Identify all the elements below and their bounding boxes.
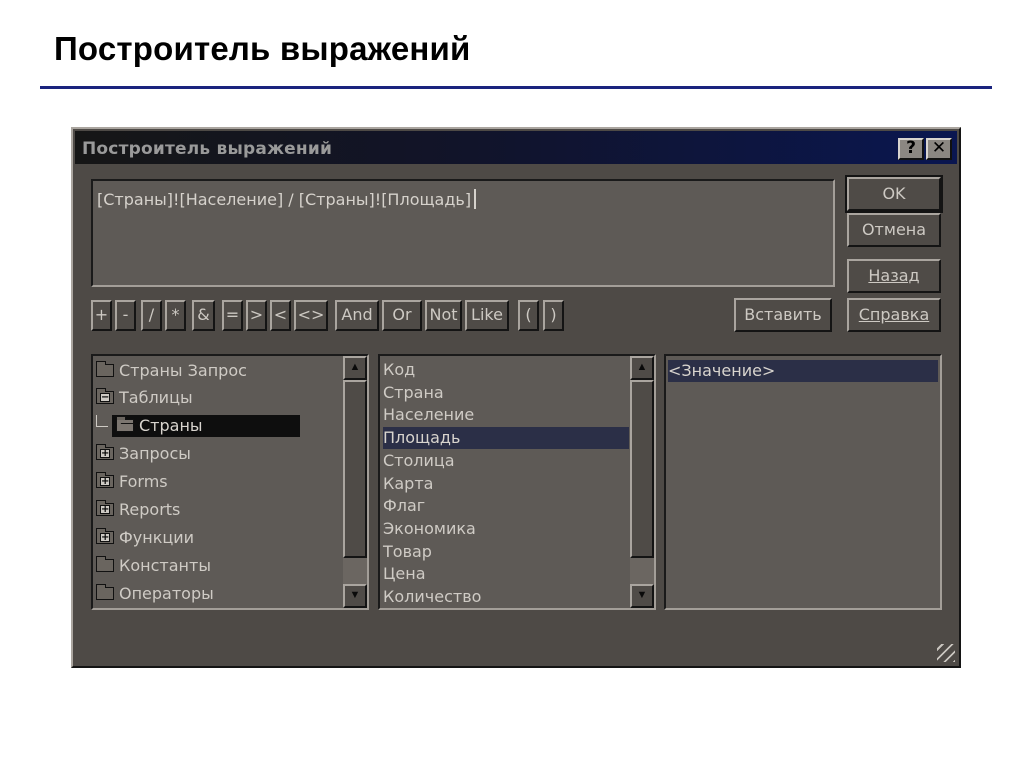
expand-icon[interactable]: + (100, 505, 110, 515)
ok-button[interactable]: OK (845, 175, 943, 213)
field-list-item[interactable]: Код (383, 359, 629, 381)
operator-not-equal-button[interactable]: <> (294, 300, 328, 331)
text-caret (474, 189, 477, 209)
help-icon[interactable]: ? (898, 138, 924, 160)
help-button-label: Справка (858, 305, 930, 324)
operator-equals-button[interactable]: = (222, 300, 243, 331)
field-list-item[interactable]: Количество (383, 586, 629, 608)
expand-icon[interactable]: + (100, 533, 110, 543)
operator-like-button[interactable]: Like (465, 300, 509, 331)
expression-builder-dialog: Построитель выражений ? ✕ [Страны]![Насе… (71, 127, 961, 668)
tree-item-label: Функции (119, 528, 195, 547)
tree-item-constants[interactable]: Константы (96, 555, 211, 577)
expand-icon[interactable]: + (100, 477, 110, 487)
close-icon[interactable]: ✕ (926, 138, 952, 160)
field-list-item[interactable]: Карта (383, 473, 629, 495)
tree-item-selected: Страны (112, 415, 300, 437)
tree-item-label: Страны (139, 416, 203, 435)
open-folder-icon (116, 416, 134, 432)
tree-item-operators[interactable]: Операторы (96, 583, 214, 605)
expression-input[interactable]: [Страны]![Население] / [Страны]![Площадь… (91, 179, 835, 287)
operator-divide-button[interactable]: / (141, 300, 162, 331)
folder-icon (96, 361, 114, 377)
expand-icon[interactable]: + (100, 449, 110, 459)
folder-icon: + (96, 472, 114, 488)
tree-connector-line (96, 415, 108, 427)
collapse-icon[interactable]: − (100, 393, 110, 403)
operator-less-button[interactable]: < (270, 300, 291, 331)
value-item[interactable]: <Значение> (668, 360, 938, 382)
tree-item-tables[interactable]: − Таблицы (96, 387, 193, 409)
scroll-down-icon[interactable]: ▼ (343, 584, 367, 608)
folder-icon (96, 556, 114, 572)
title-underline (40, 86, 992, 89)
scroll-up-icon[interactable]: ▲ (343, 356, 367, 380)
tree-scrollbar[interactable]: ▲ ▼ (343, 356, 367, 608)
field-list-item[interactable]: Население (383, 404, 629, 426)
field-list-item[interactable]: Столица (383, 450, 629, 472)
field-list-item[interactable]: Цена (383, 563, 629, 585)
operator-minus-button[interactable]: - (115, 300, 136, 331)
dialog-titlebar[interactable]: Построитель выражений ? ✕ (75, 131, 957, 164)
tree-item-functions[interactable]: + Функции (96, 527, 194, 549)
value-list[interactable]: <Значение> (664, 354, 942, 610)
cancel-button[interactable]: Отмена (847, 213, 941, 247)
operator-concat-button[interactable]: & (192, 300, 215, 331)
dialog-title: Построитель выражений (82, 139, 333, 159)
tree-item-label: Таблицы (119, 388, 193, 407)
field-list-item[interactable]: Площадь (383, 427, 629, 450)
tree-item-label: Операторы (119, 584, 214, 603)
back-button[interactable]: Назад (847, 259, 941, 293)
tree-item-label: Страны Запрос (119, 361, 247, 380)
field-list-item[interactable]: Флаг (383, 495, 629, 517)
field-list-item[interactable]: Экономика (383, 518, 629, 540)
field-list[interactable]: Код Страна Население Площадь Столица Карта Фла… (378, 354, 656, 610)
tree-item-label: Константы (119, 556, 211, 575)
operator-or-button[interactable]: Or (382, 300, 422, 331)
operator-open-paren-button[interactable]: ( (518, 300, 539, 331)
back-button-label: Назад (868, 266, 920, 285)
tree-item-label: Reports (119, 500, 181, 519)
folder-icon (96, 584, 114, 600)
tree-item-queries[interactable]: + Запросы (96, 443, 191, 465)
object-tree-list[interactable]: Страны Запрос − Таблицы Страны + Запросы +… (91, 354, 369, 610)
slide-title: Построитель выражений (54, 30, 471, 67)
scroll-down-icon[interactable]: ▼ (630, 584, 654, 608)
tree-item-label: Forms (119, 472, 168, 491)
tree-item-reports[interactable]: + Reports (96, 499, 180, 521)
help-button[interactable]: Справка (847, 298, 941, 332)
scroll-thumb[interactable] (630, 380, 654, 558)
tree-item-countries-query[interactable]: Страны Запрос (96, 360, 247, 382)
folder-icon: − (96, 388, 114, 404)
tree-item-forms[interactable]: + Forms (96, 471, 168, 493)
folder-icon: + (96, 500, 114, 516)
operator-multiply-button[interactable]: * (165, 300, 186, 331)
operator-and-button[interactable]: And (335, 300, 379, 331)
scroll-up-icon[interactable]: ▲ (630, 356, 654, 380)
operator-close-paren-button[interactable]: ) (543, 300, 564, 331)
folder-icon: + (96, 528, 114, 544)
operator-greater-button[interactable]: > (246, 300, 267, 331)
operator-plus-button[interactable]: + (91, 300, 112, 331)
scroll-thumb[interactable] (343, 380, 367, 558)
field-scrollbar[interactable]: ▲ ▼ (630, 356, 654, 608)
expression-text: [Страны]![Население] / [Страны]![Площадь… (97, 189, 477, 209)
field-list-item[interactable]: Товар (383, 541, 629, 563)
folder-icon: + (96, 444, 114, 460)
tree-item-label: Запросы (119, 444, 191, 463)
resize-grip-icon[interactable] (937, 644, 955, 662)
insert-button[interactable]: Вставить (734, 298, 832, 332)
field-list-item[interactable]: Страна (383, 382, 629, 404)
operator-not-button[interactable]: Not (425, 300, 462, 331)
tree-item-countries-table[interactable]: Страны (96, 415, 300, 437)
